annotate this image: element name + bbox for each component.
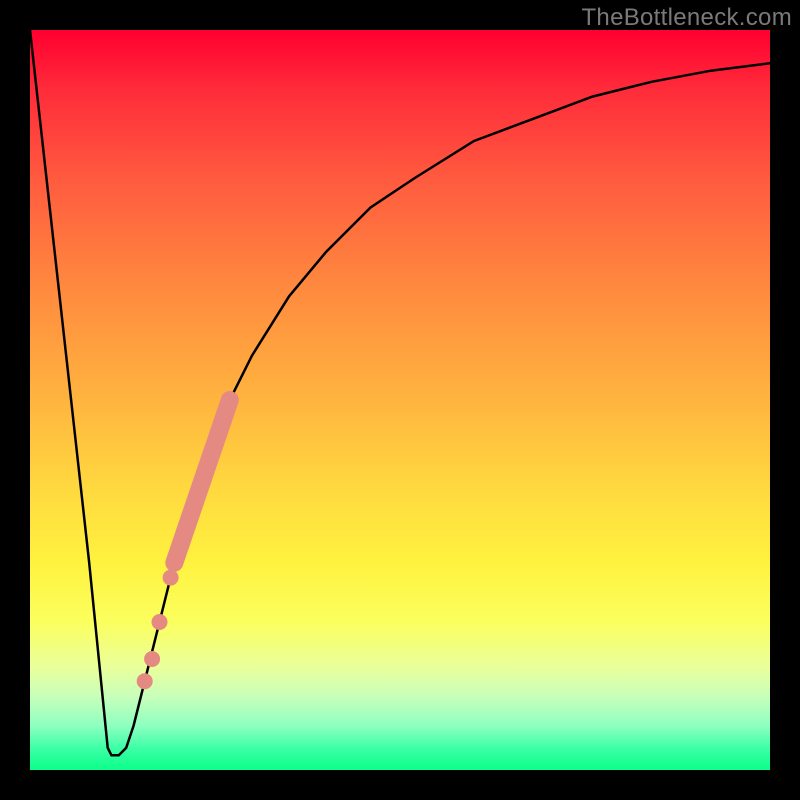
highlight-dot xyxy=(144,651,160,667)
plot-area xyxy=(30,30,770,770)
highlight-dot xyxy=(163,570,179,586)
watermark-text: TheBottleneck.com xyxy=(581,4,792,32)
highlight-dots xyxy=(137,570,179,690)
chart-overlay xyxy=(30,30,770,770)
highlight-dot xyxy=(152,614,168,630)
bottleneck-curve xyxy=(30,30,770,755)
highlight-dot xyxy=(137,673,153,689)
chart-frame: TheBottleneck.com xyxy=(0,0,800,800)
highlight-bar xyxy=(174,400,230,563)
